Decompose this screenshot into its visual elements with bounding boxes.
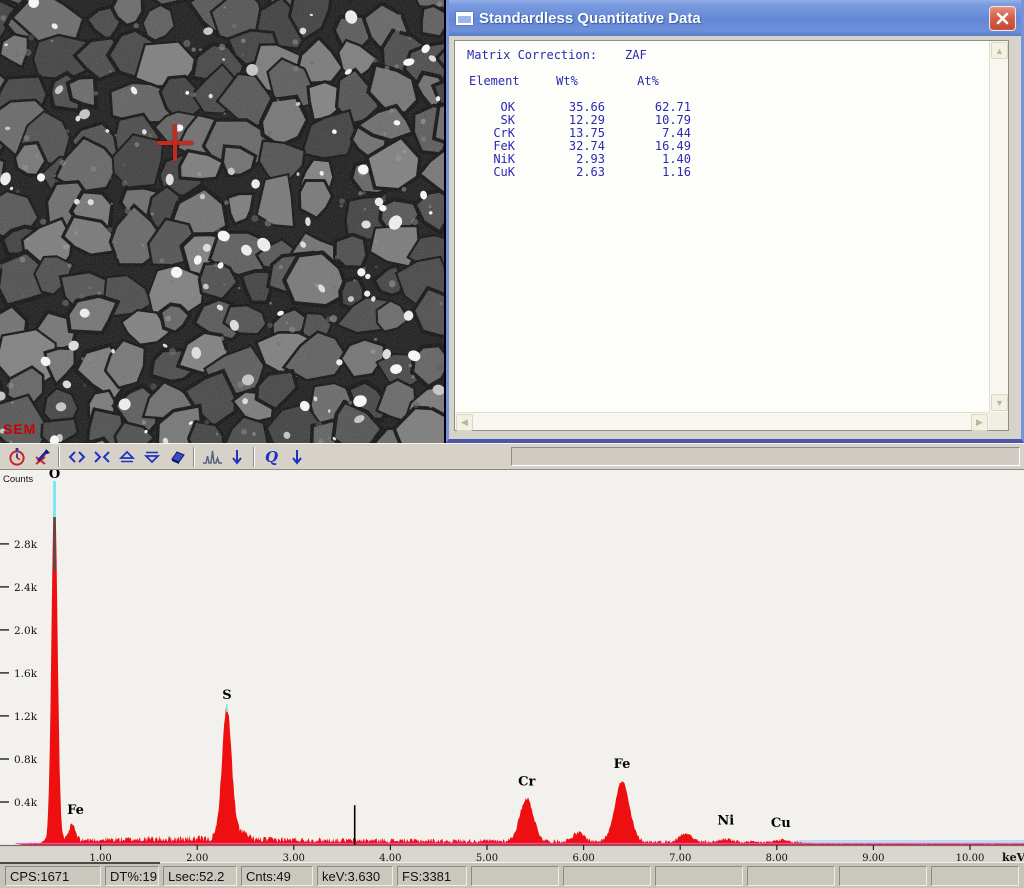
quant-button[interactable]: Q — [259, 445, 284, 468]
spectrum-plot[interactable]: 0.4k 0.8k 1.2k 1.6k 2.0k 2.4k 2.8k 1.00 2.00 3.00… — [0, 470, 1024, 862]
quant-row-NiK: NiK2.931.40 — [467, 153, 989, 166]
x-tick-label: 9.00 — [862, 853, 884, 862]
scroll-right-icon[interactable]: ▶ — [971, 414, 988, 431]
eds-spectrum-chart[interactable]: 0.4k 0.8k 1.2k 1.6k 2.0k 2.4k 2.8k 1.00 2.00 3.00… — [0, 470, 1024, 862]
status-bar: CPS:1671 DT%:19 Lsec:52.2 Cnts:49 keV:3.… — [0, 862, 1024, 888]
y-tick-label: 0.4k — [14, 797, 38, 809]
x-tick-label: 6.00 — [572, 853, 594, 862]
toolbar-separator — [58, 447, 60, 467]
peak-id-button[interactable] — [199, 445, 224, 468]
compress-horizontal-button[interactable] — [89, 445, 114, 468]
sem-micrograph — [0, 0, 444, 443]
scroll-up-icon[interactable]: ▲ — [991, 42, 1008, 59]
toolbar-separator — [253, 447, 255, 467]
scroll-down-icon[interactable]: ▼ — [991, 394, 1008, 411]
compress-horizontal-icon — [92, 447, 112, 467]
compress-vertical-button[interactable] — [139, 445, 164, 468]
matrix-correction-label: Matrix Correction: — [467, 49, 597, 62]
window-icon — [456, 12, 473, 25]
quant-table-header: ElementWt%At% — [467, 75, 989, 88]
element-peak-label: Fe — [67, 803, 84, 818]
y-tick-label: 2.4k — [14, 582, 38, 594]
x-tick-label: 2.00 — [186, 853, 208, 862]
quant-row-OK: OK35.6662.71 — [467, 101, 989, 114]
spectrum-toolbar: Q — [0, 443, 1024, 470]
status-deadtime: DT%:19 — [105, 866, 159, 886]
quant-window-body: Matrix Correction: ZAF ElementWt%At% OK3… — [454, 40, 1009, 431]
expand-horizontal-icon — [67, 447, 87, 467]
sem-image-panel[interactable]: SEM — [0, 0, 444, 443]
scrollbar-corner — [989, 412, 1008, 430]
quant-q-icon: Q — [265, 448, 278, 466]
status-empty-cell — [747, 866, 835, 886]
close-button[interactable] — [989, 6, 1016, 31]
scale-up-icon — [117, 447, 137, 467]
x-tick-label: 8.00 — [766, 853, 788, 862]
detector-label: SEM — [3, 421, 36, 437]
clear-spectrum-button[interactable] — [29, 445, 54, 468]
status-empty-cell — [563, 866, 651, 886]
quant-results-window: Standardless Quantitative Data Matrix Co… — [446, 0, 1024, 443]
element-peak-label: S — [222, 688, 231, 703]
eds-analysis-application: SEM Standardless Quantitative Data Matri… — [0, 0, 1024, 888]
expand-vertical-button[interactable] — [114, 445, 139, 468]
peak-id-down-button[interactable] — [224, 445, 249, 468]
status-bar-notch — [0, 862, 160, 864]
y-tick-label: 1.2k — [14, 711, 38, 723]
quant-row-CuK: CuK2.631.16 — [467, 166, 989, 179]
status-kev: keV:3.630 — [317, 866, 393, 886]
quant-report: Matrix Correction: ZAF ElementWt%At% OK3… — [455, 41, 989, 412]
window-title: Standardless Quantitative Data — [479, 10, 989, 27]
acquire-timer-button[interactable] — [4, 445, 29, 468]
eraser-button[interactable] — [164, 445, 189, 468]
quant-window-titlebar[interactable]: Standardless Quantitative Data — [449, 0, 1021, 36]
status-cps: CPS:1671 — [5, 866, 101, 886]
y-tick-label: 0.8k — [14, 754, 38, 766]
down-arrow-icon — [229, 447, 245, 467]
element-peak-label: Cu — [771, 816, 791, 831]
expand-horizontal-button[interactable] — [64, 445, 89, 468]
x-tick-label: 1.00 — [89, 853, 111, 862]
y-tick-label: 1.6k — [14, 668, 38, 680]
y-axis-label: Counts — [3, 474, 33, 485]
status-livetime: Lsec:52.2 — [163, 866, 237, 886]
element-peak-label: Ni — [717, 813, 734, 828]
element-peak-label: Fe — [614, 757, 631, 772]
x-tick-label: 4.00 — [379, 853, 401, 862]
stopwatch-icon — [7, 447, 27, 467]
status-counts: Cnts:49 — [241, 866, 313, 886]
status-empty-cell — [839, 866, 927, 886]
scroll-left-icon[interactable]: ◀ — [456, 414, 473, 431]
status-empty-cell — [655, 866, 743, 886]
scale-down-icon — [142, 447, 162, 467]
quant-row-FeK: FeK32.7416.49 — [467, 140, 989, 153]
spectrum-peaks-icon — [201, 447, 223, 467]
vertical-scrollbar[interactable]: ▲ ▼ — [989, 41, 1008, 412]
x-axis-unit-label: keV — [1002, 851, 1024, 862]
element-peak-label: O — [49, 470, 60, 482]
status-empty-cell — [471, 866, 559, 886]
down-arrow-icon — [289, 447, 305, 467]
quant-row-SK: SK12.2910.79 — [467, 114, 989, 127]
y-tick-label: 2.0k — [14, 625, 38, 637]
horizontal-scrollbar[interactable]: ◀ ▶ — [455, 412, 989, 430]
x-tick-label: 7.00 — [669, 853, 691, 862]
toolbar-message-area — [511, 447, 1020, 466]
eraser-icon — [167, 447, 187, 467]
status-empty-cell — [931, 866, 1019, 886]
close-icon — [995, 11, 1010, 26]
y-tick-label: 2.8k — [14, 539, 38, 551]
quant-down-button[interactable] — [284, 445, 309, 468]
top-row: SEM Standardless Quantitative Data Matri… — [0, 0, 1024, 443]
quant-row-CrK: CrK13.757.44 — [467, 127, 989, 140]
x-tick-label: 5.00 — [476, 853, 498, 862]
x-tick-label: 3.00 — [283, 853, 305, 862]
status-fullscale: FS:3381 — [397, 866, 467, 886]
matrix-correction-value: ZAF — [625, 49, 647, 62]
element-peak-label: Cr — [518, 775, 535, 790]
brush-x-icon — [32, 447, 52, 467]
toolbar-separator — [193, 447, 195, 467]
x-tick-label: 10.00 — [956, 853, 985, 862]
